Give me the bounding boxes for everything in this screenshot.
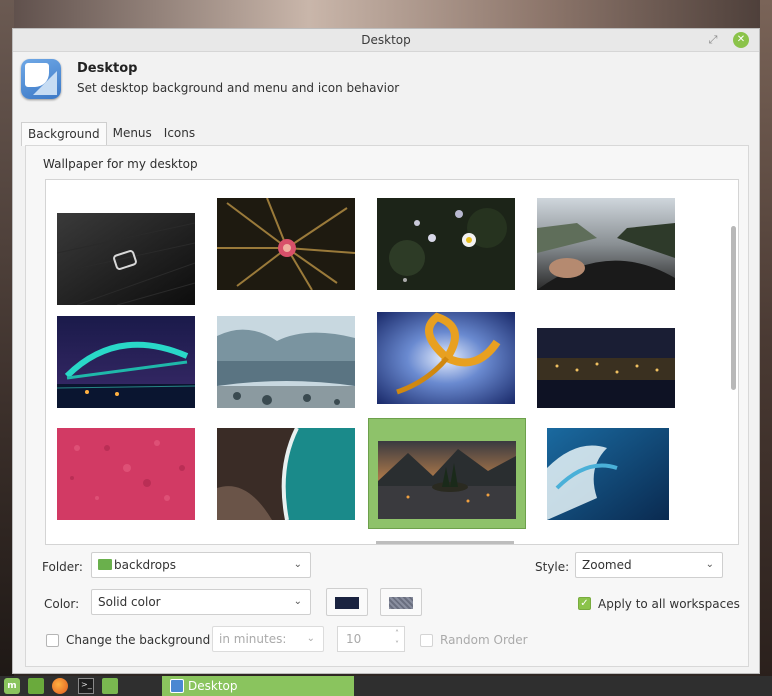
- interval-minutes-value: 10: [346, 632, 362, 646]
- wallpaper-thumb-lake-island-selected[interactable]: [368, 418, 526, 529]
- restore-icon[interactable]: ⤢: [705, 32, 721, 48]
- title-bar[interactable]: Desktop ⤢ ✕: [13, 29, 759, 52]
- mint-menu-icon[interactable]: m: [4, 678, 20, 694]
- chevron-down-icon[interactable]: ˅: [395, 640, 399, 650]
- apply-all-checkbox[interactable]: ✓: [578, 597, 591, 610]
- folder-value: backdrops: [114, 558, 177, 572]
- chevron-down-icon: ⌄: [306, 633, 315, 644]
- app-title: Desktop: [77, 61, 138, 76]
- wallpaper-gallery: [45, 179, 739, 545]
- chevron-down-icon: ⌄: [293, 559, 302, 570]
- desktop-background-right: [760, 0, 772, 680]
- desktop-app-icon: [21, 59, 61, 99]
- wallpaper-thumb-aerial-beach[interactable]: [217, 427, 355, 521]
- app-header: Desktop Set desktop background and menu …: [21, 59, 741, 107]
- wallpaper-section-label: Wallpaper for my desktop: [43, 157, 198, 171]
- files-icon[interactable]: [102, 678, 118, 694]
- color-label: Color:: [44, 597, 80, 611]
- show-desktop-icon[interactable]: [28, 678, 44, 694]
- wallpaper-thumb-dried-flower[interactable]: [217, 197, 356, 291]
- wallpaper-thumb-steering-wheel[interactable]: [537, 198, 675, 290]
- interval-unit-select[interactable]: in minutes: ⌄: [212, 626, 324, 652]
- firefox-icon[interactable]: [52, 678, 68, 694]
- random-order-label[interactable]: Random Order: [440, 633, 528, 647]
- secondary-color-swatch: [389, 597, 413, 609]
- tab-menus[interactable]: Menus: [107, 122, 158, 144]
- apply-all-label[interactable]: Apply to all workspaces: [598, 597, 740, 611]
- random-order-checkbox[interactable]: [420, 634, 433, 647]
- terminal-icon[interactable]: >_: [78, 678, 94, 694]
- taskbar-window-desktop[interactable]: Desktop: [162, 676, 354, 696]
- folder-icon: [98, 559, 112, 570]
- style-value: Zoomed: [582, 558, 632, 572]
- wallpaper-thumb-ocean-wave[interactable]: [547, 428, 685, 520]
- color-mode-value: Solid color: [98, 595, 161, 609]
- color-mode-select[interactable]: Solid color ⌄: [91, 589, 311, 615]
- close-icon[interactable]: ✕: [733, 32, 749, 48]
- window-title: Desktop: [361, 33, 411, 47]
- secondary-color-button[interactable]: [380, 588, 422, 616]
- style-select[interactable]: Zoomed ⌄: [575, 552, 723, 578]
- wallpaper-thumb-pink-texture[interactable]: [57, 428, 195, 520]
- primary-color-swatch: [335, 597, 359, 609]
- style-label: Style:: [535, 560, 570, 574]
- wallpaper-thumb-city-lights[interactable]: [537, 328, 675, 420]
- wallpaper-thumb-daisies[interactable]: [377, 198, 515, 290]
- change-background-checkbox[interactable]: [46, 634, 59, 647]
- tab-icons[interactable]: Icons: [158, 122, 201, 144]
- wallpaper-thumb-icy-lake[interactable]: [217, 316, 355, 408]
- folder-select[interactable]: backdrops ⌄: [91, 552, 311, 578]
- primary-color-button[interactable]: [326, 588, 368, 616]
- desktop-settings-window: Desktop ⤢ ✕ Desktop Set desktop backgrou…: [12, 28, 760, 674]
- desktop-background-top: [0, 0, 772, 28]
- wallpaper-thumb-bridge-night[interactable]: [56, 316, 196, 408]
- taskbar-window-label: Desktop: [188, 679, 238, 693]
- interval-unit-value: in minutes:: [219, 632, 287, 646]
- chevron-down-icon: ⌄: [293, 596, 302, 607]
- tab-background[interactable]: Background: [21, 122, 107, 146]
- folder-label: Folder:: [42, 560, 83, 574]
- gallery-scrollbar[interactable]: [731, 226, 736, 390]
- desktop-window-icon: [170, 679, 184, 693]
- taskbar: m >_ Desktop: [0, 676, 772, 696]
- chevron-down-icon: ⌄: [705, 559, 714, 570]
- wallpaper-thumb-mint-logo[interactable]: [56, 213, 196, 306]
- tab-bar: Background Menus Icons: [21, 122, 201, 146]
- wallpaper-thumb-abstract-swirl[interactable]: [377, 312, 515, 404]
- wallpaper-next-row-peek: [376, 541, 514, 544]
- change-background-label[interactable]: Change the background: [66, 633, 210, 647]
- app-description: Set desktop background and menu and icon…: [77, 81, 400, 95]
- interval-minutes-spinner[interactable]: 10 ˄ ˅: [337, 626, 405, 652]
- chevron-up-icon[interactable]: ˄: [395, 629, 399, 639]
